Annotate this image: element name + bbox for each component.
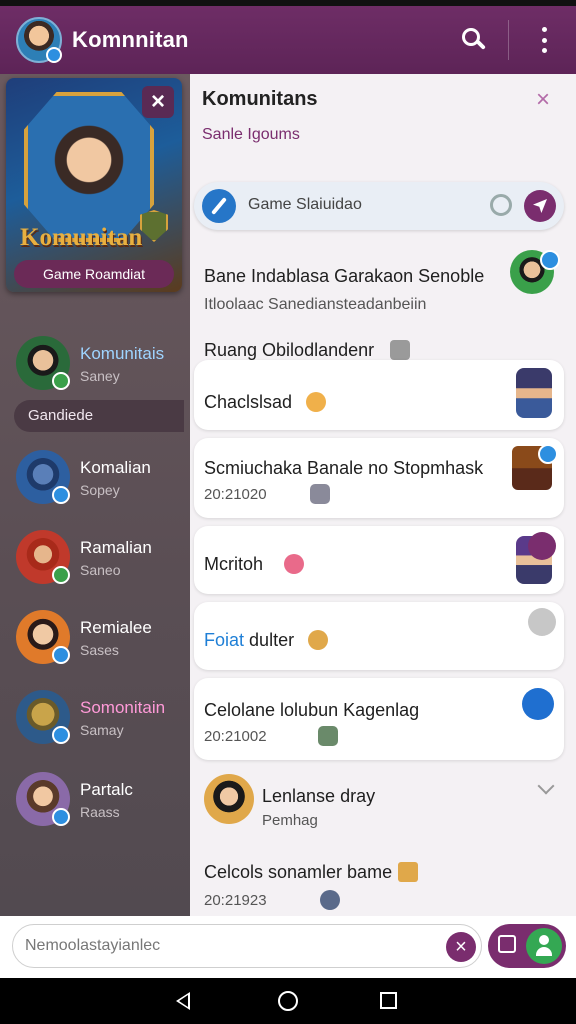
sidebar-item[interactable]: Komalian Sopey bbox=[0, 444, 190, 510]
status-badge-icon bbox=[538, 444, 558, 464]
message-sub: Itloolaac Sanediansteadanbeiin bbox=[204, 296, 427, 313]
sidebar-item[interactable]: Remialee Sases bbox=[0, 604, 190, 670]
gem-icon bbox=[390, 340, 410, 360]
lock-icon bbox=[498, 935, 516, 953]
community-hero-card[interactable]: × Komunitan Game Roamdiat bbox=[6, 78, 182, 292]
pencil-icon bbox=[398, 862, 418, 882]
sidebar: × Komunitan Game Roamdiat Komunitais San… bbox=[0, 74, 190, 916]
message-title: Foiat dulter bbox=[204, 630, 294, 651]
close-icon[interactable]: × bbox=[142, 86, 174, 118]
status-badge-icon bbox=[52, 808, 70, 826]
message-title: Lenlanse dray bbox=[262, 786, 376, 806]
message-time: 20:21002 bbox=[204, 728, 267, 745]
profile-avatar[interactable] bbox=[16, 17, 62, 63]
shield-icon bbox=[140, 210, 168, 242]
list-item[interactable]: Celolane lolubun Kagenlag 20:21002 bbox=[194, 678, 564, 760]
shield-icon[interactable] bbox=[522, 688, 554, 720]
sidebar-item-label: Partalc bbox=[80, 780, 133, 799]
message-input[interactable]: Nemoolastayianlec bbox=[12, 924, 482, 968]
message-title: Chaclslsad bbox=[204, 392, 293, 412]
hero-brand-title: Komunitan bbox=[20, 224, 143, 251]
clear-icon[interactable]: × bbox=[446, 932, 476, 962]
back-icon[interactable] bbox=[176, 992, 190, 1010]
item-icon bbox=[310, 484, 330, 504]
status-badge-icon bbox=[52, 726, 70, 744]
emoji-icon bbox=[308, 630, 328, 650]
message-title: Scmiuchaka Banale no Stopmhask bbox=[204, 458, 484, 478]
avatar bbox=[204, 774, 254, 824]
message-title: Celcols sonamler bame bbox=[204, 862, 393, 882]
hero-button[interactable]: Game Roamdiat bbox=[14, 260, 174, 288]
app-title: Komnnitan bbox=[72, 27, 189, 52]
send-icon[interactable] bbox=[524, 190, 556, 222]
message-title: Bane Indablasa Garakaon Senoble bbox=[204, 266, 485, 286]
location-icon[interactable] bbox=[490, 194, 512, 216]
sidebar-item-sub: Raass bbox=[80, 804, 120, 820]
search-icon[interactable] bbox=[460, 26, 488, 54]
sidebar-item[interactable]: Ramalian Saneo bbox=[0, 524, 190, 590]
sidebar-item-label: Somonitain bbox=[80, 698, 166, 717]
list-item[interactable]: Bane Indablasa Garakaon Senoble Itloolaa… bbox=[194, 246, 564, 332]
search-bar[interactable]: Game Slaiuidao bbox=[194, 182, 564, 230]
character-icon bbox=[516, 368, 552, 418]
system-nav-bar bbox=[0, 978, 576, 1024]
online-badge-icon bbox=[46, 47, 62, 63]
list-item[interactable]: Celcols sonamler bame 20:21923 bbox=[194, 850, 564, 916]
community-panel: Komunitans × Sanle Igoums Game Slaiuidao… bbox=[190, 74, 576, 916]
shield-icon bbox=[528, 608, 556, 636]
sidebar-item-sub: Saneo bbox=[80, 562, 121, 578]
sidebar-item-label: Komalian bbox=[80, 458, 151, 477]
emoji-icon bbox=[284, 554, 304, 574]
message-title-highlight: Foiat bbox=[204, 630, 245, 650]
message-title-rest: dulter bbox=[249, 630, 295, 650]
item-icon bbox=[318, 726, 338, 746]
message-title: Celolane lolubun Kagenlag bbox=[204, 700, 420, 720]
message-time: 20:21923 bbox=[204, 892, 267, 909]
status-badge-icon bbox=[52, 646, 70, 664]
sidebar-item-sub: Sases bbox=[80, 642, 119, 658]
sidebar-item-label: Komunitais bbox=[80, 344, 165, 363]
status-badge-icon bbox=[52, 486, 70, 504]
app-bar: Komnnitan bbox=[0, 6, 576, 74]
list-item[interactable]: Scmiuchaka Banale no Stopmhask 20:21020 bbox=[194, 438, 564, 518]
chevron-down-icon[interactable] bbox=[537, 777, 555, 795]
emoji-icon bbox=[306, 392, 326, 412]
mode-toggle[interactable] bbox=[488, 924, 566, 968]
message-time: 20:21020 bbox=[204, 486, 267, 503]
close-icon[interactable]: × bbox=[536, 86, 550, 114]
sidebar-item-label: Remialee bbox=[80, 618, 152, 637]
more-options-icon[interactable] bbox=[532, 24, 556, 56]
sidebar-item-sub: Sopey bbox=[80, 482, 120, 498]
panel-subtitle[interactable]: Sanle Igoums bbox=[202, 126, 300, 144]
user-icon[interactable] bbox=[526, 928, 562, 964]
search-input[interactable]: Game Slaiuidao bbox=[248, 196, 362, 214]
message-title: Ruang Obilodlandenr bbox=[204, 340, 375, 360]
message-sub: Pemhag bbox=[262, 812, 318, 829]
message-input-placeholder: Nemoolastayianlec bbox=[25, 937, 161, 954]
list-item[interactable]: Chaclslsad bbox=[194, 360, 564, 430]
recent-apps-icon[interactable] bbox=[380, 992, 397, 1009]
pencil-icon[interactable] bbox=[202, 189, 236, 223]
sidebar-item-label: Ramalian bbox=[80, 538, 152, 557]
sidebar-item[interactable]: Partalc Raass bbox=[0, 766, 190, 832]
status-badge-icon bbox=[52, 372, 70, 390]
sidebar-item-sub: Saney bbox=[80, 368, 120, 384]
status-badge-icon bbox=[52, 566, 70, 584]
sidebar-item[interactable]: Komunitais Saney bbox=[0, 330, 190, 396]
divider bbox=[508, 20, 509, 60]
list-item[interactable]: Lenlanse dray Pemhag bbox=[194, 768, 564, 850]
sidebar-section-label[interactable]: Gandiede bbox=[14, 400, 184, 432]
status-badge-icon bbox=[540, 250, 560, 270]
item-icon bbox=[320, 890, 340, 910]
message-title: Mcritoh bbox=[204, 554, 264, 574]
hero-character-image bbox=[24, 92, 154, 242]
panel-title: Komunitans bbox=[202, 88, 318, 110]
list-item[interactable]: Foiat dulter bbox=[194, 602, 564, 670]
sidebar-item-sub: Samay bbox=[80, 722, 124, 738]
sidebar-item[interactable]: Somonitain Samay bbox=[0, 684, 190, 750]
home-icon[interactable] bbox=[278, 991, 298, 1011]
list-item[interactable]: Mcritoh bbox=[194, 526, 564, 594]
composer: Nemoolastayianlec × bbox=[0, 916, 576, 978]
shield-icon bbox=[528, 532, 556, 560]
